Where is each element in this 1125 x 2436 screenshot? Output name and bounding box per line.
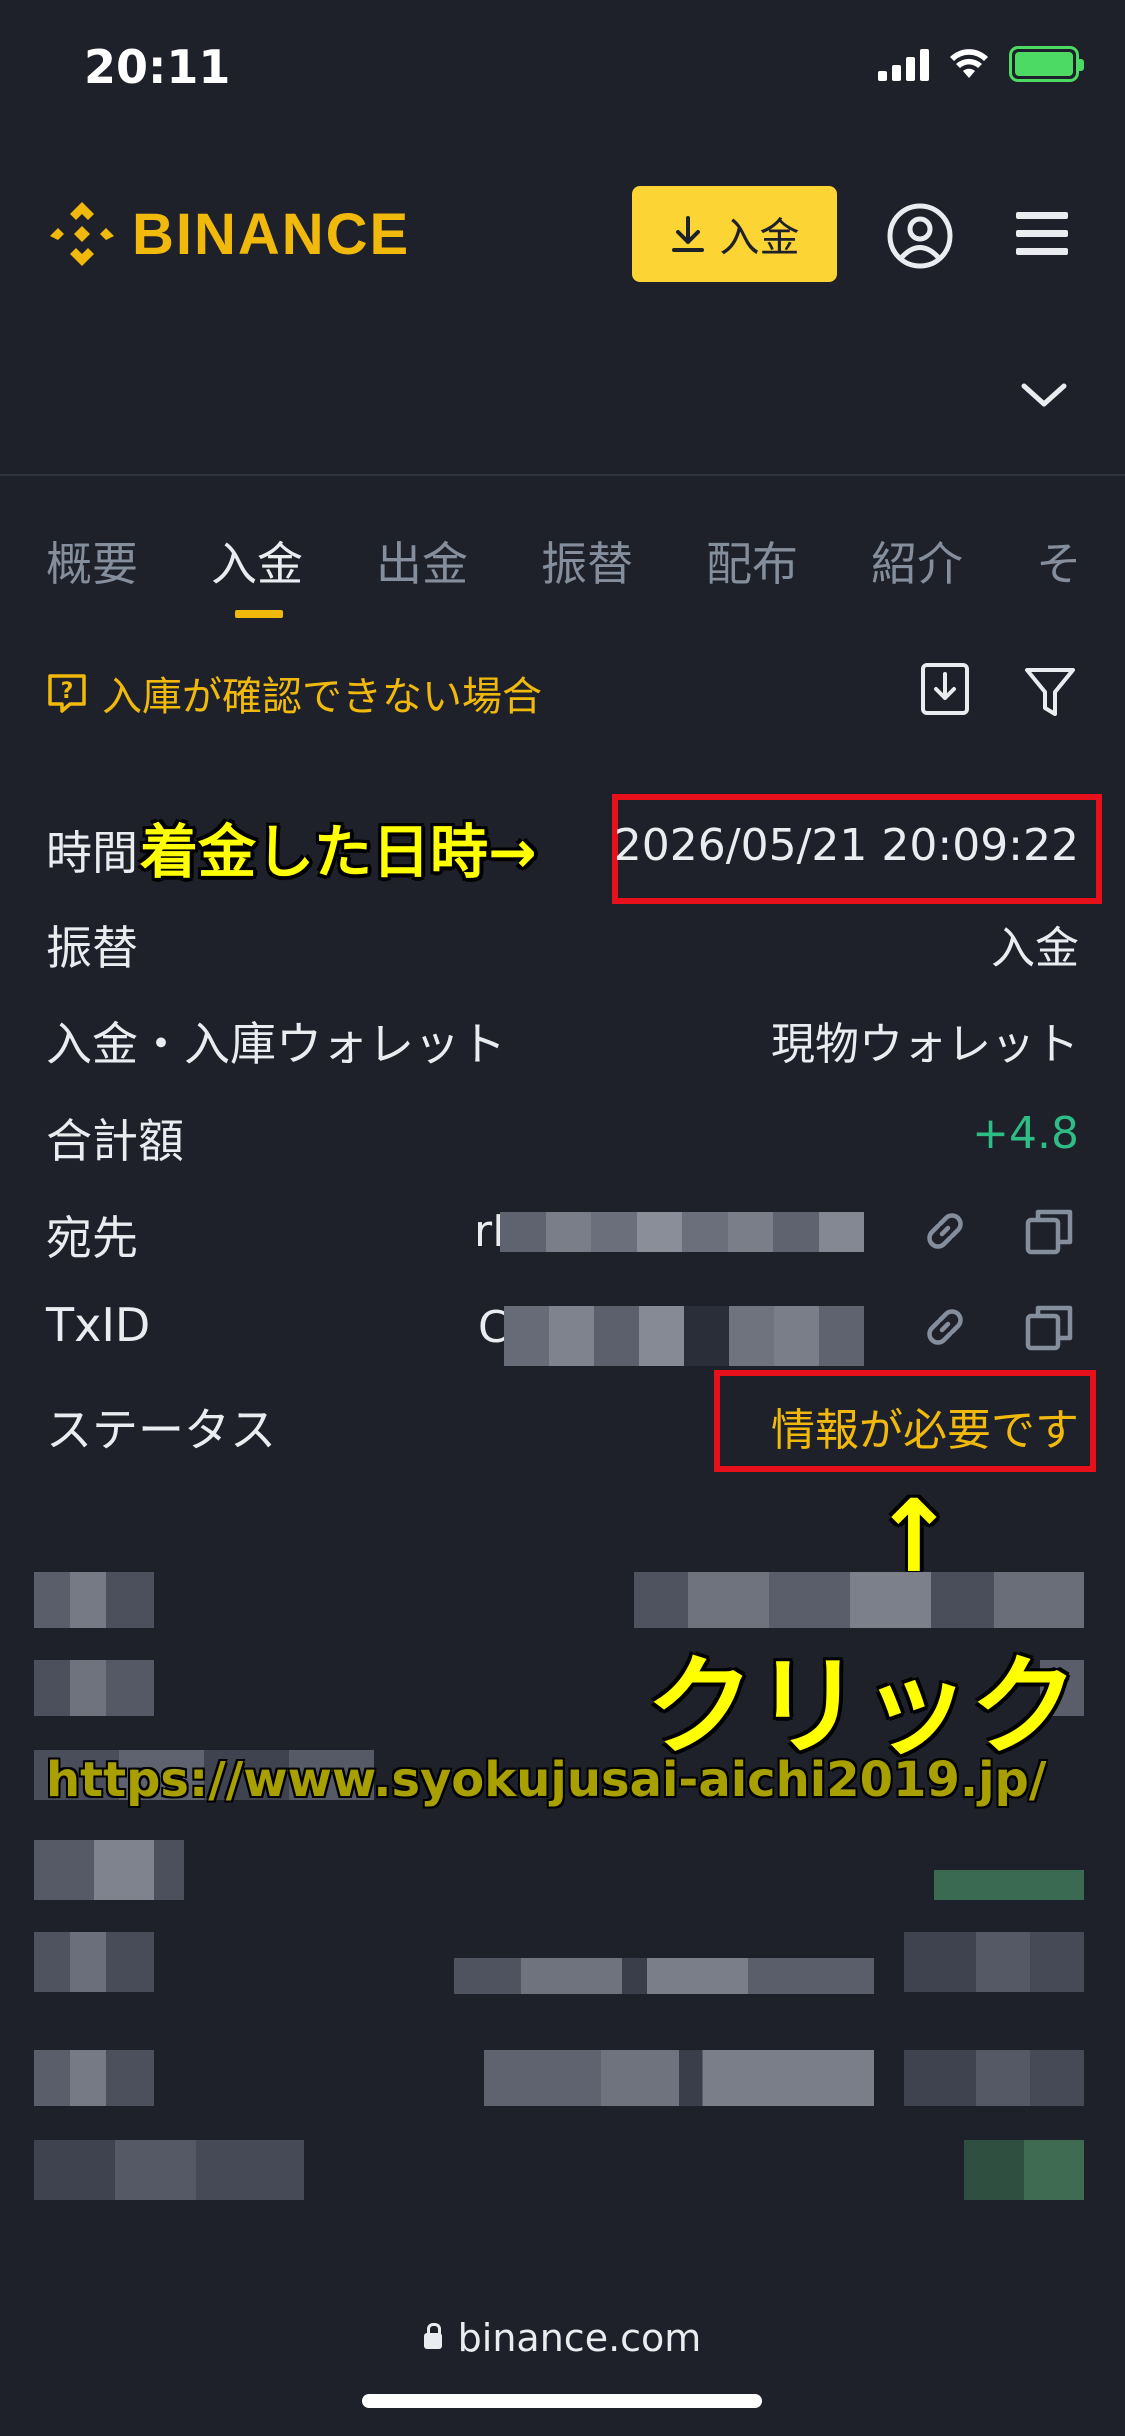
time-value: 2026/05/21 20:09:22	[613, 820, 1079, 871]
binance-logo[interactable]: BINANCE	[46, 198, 410, 270]
redacted-amount-block	[934, 1870, 1084, 1900]
status-time: 20:11	[84, 40, 231, 94]
tab-referral[interactable]: 紹介	[871, 528, 963, 594]
address-label: 宛先	[46, 1211, 138, 1265]
redacted-block	[904, 2050, 1084, 2106]
redacted-block	[34, 1840, 184, 1900]
deposit-button[interactable]: 入金	[632, 186, 837, 282]
tab-deposit[interactable]: 入金	[211, 528, 303, 618]
chevron-down-icon[interactable]	[1020, 380, 1068, 410]
total-label: 合計額	[46, 1114, 184, 1168]
address-redacted	[500, 1212, 864, 1252]
redacted-block	[34, 1572, 154, 1628]
lock-icon	[423, 2322, 442, 2349]
redacted-block	[454, 1958, 874, 1994]
tab-distribution[interactable]: 配布	[706, 528, 798, 594]
url-domain: binance.com	[457, 2316, 702, 2360]
time-label: 時間	[46, 826, 138, 880]
home-indicator[interactable]	[362, 2394, 762, 2408]
download-icon	[671, 216, 704, 252]
redacted-block	[34, 2050, 154, 2106]
battery-icon	[1009, 46, 1084, 82]
transfer-label: 振替	[46, 921, 138, 975]
browser-url-bar	[0, 2286, 1125, 2436]
redacted-block	[34, 1660, 154, 1716]
status-label: ステータス	[46, 1403, 276, 1457]
tab-overview[interactable]: 概要	[46, 528, 138, 594]
txid-copy-icon[interactable]	[1024, 1302, 1074, 1352]
time-annotation: 着金した日時→	[140, 818, 537, 886]
redacted-amount-block	[964, 2140, 1084, 2200]
export-download-icon[interactable]	[920, 662, 970, 716]
status-value[interactable]: 情報が必要です	[771, 1394, 1079, 1458]
tab-bar: 概要 入金 出金 振替 配布 紹介 そ	[46, 528, 1125, 618]
deposit-not-found-link[interactable]: ? 入庫が確認できない場合	[46, 664, 542, 722]
address-copy-icon[interactable]	[1024, 1206, 1074, 1256]
binance-diamond-icon	[50, 202, 114, 266]
header-divider	[0, 474, 1125, 476]
address-link-icon[interactable]	[920, 1206, 970, 1256]
tab-withdraw[interactable]: 出金	[376, 528, 468, 594]
question-icon: ?	[48, 674, 86, 713]
tab-more[interactable]: そ	[1036, 528, 1076, 594]
deposit-button-label: 入金	[719, 215, 800, 261]
redacted-block	[34, 1932, 154, 1992]
redacted-block	[904, 1932, 1084, 1992]
txid-label: TxID	[46, 1298, 151, 1352]
redacted-block	[34, 2140, 304, 2200]
account-icon[interactable]	[886, 202, 954, 270]
svg-text:?: ?	[61, 679, 74, 704]
txid-redacted	[504, 1306, 864, 1366]
status-icons	[878, 46, 1084, 82]
url-display[interactable]: binance.com	[0, 2316, 1125, 2360]
brand-name: BINANCE	[132, 201, 411, 267]
filter-icon[interactable]	[1024, 666, 1076, 718]
txid-link-icon[interactable]	[920, 1302, 970, 1352]
help-text: 入庫が確認できない場合	[102, 674, 542, 720]
tab-transfer[interactable]: 振替	[541, 528, 633, 594]
total-value: +4.8	[972, 1108, 1079, 1159]
redacted-block	[484, 2050, 874, 2106]
hamburger-menu-icon[interactable]	[1016, 208, 1068, 260]
wallet-value: 現物ウォレット	[771, 1019, 1079, 1070]
wifi-icon	[950, 49, 988, 78]
wallet-label: 入金・入庫ウォレット	[46, 1017, 506, 1071]
active-tab-indicator	[235, 610, 283, 618]
cellular-signal-icon	[878, 47, 929, 81]
watermark-url: https://www.syokujusai-aichi2019.jp/	[46, 1752, 1047, 1808]
transfer-value: 入金	[991, 923, 1079, 974]
